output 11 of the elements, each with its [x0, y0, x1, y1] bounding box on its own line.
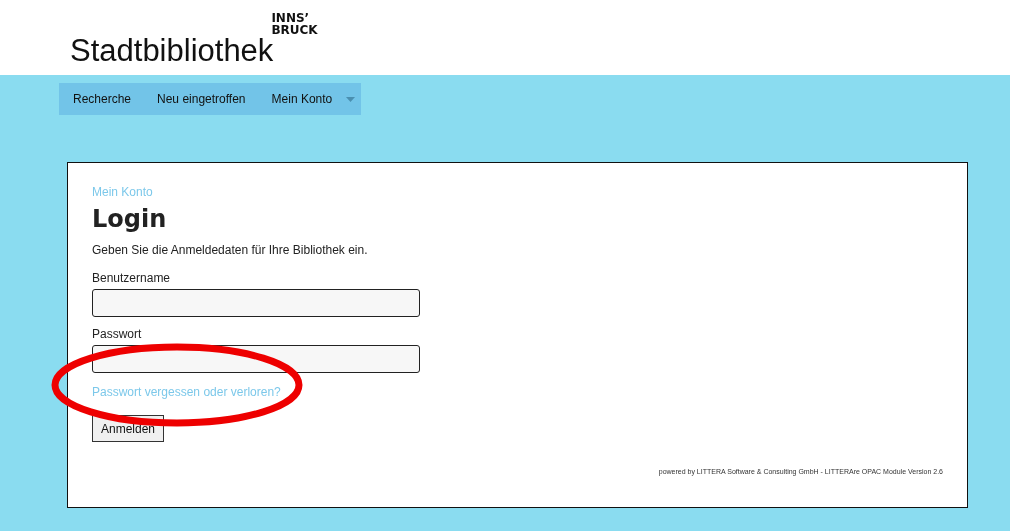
- logo-mark: INNS’ BRUCK: [271, 12, 318, 36]
- nav-link[interactable]: Neu eingetroffen: [157, 92, 246, 106]
- page-title: Login: [92, 205, 167, 233]
- nav-link[interactable]: Recherche: [73, 92, 132, 106]
- field-label: Benutzername: [92, 271, 171, 285]
- intro-text: Geben Sie die Anmeldedaten für Ihre Bibliothek ein.: [92, 243, 368, 257]
- caret-icon: [346, 96, 356, 102]
- nav-dropdown[interactable]: Mein Konto: [271, 92, 356, 106]
- field-label: Passwort: [92, 327, 142, 341]
- logo-text: Stadtbibliothek: [70, 34, 274, 69]
- username-field[interactable]: [92, 289, 420, 317]
